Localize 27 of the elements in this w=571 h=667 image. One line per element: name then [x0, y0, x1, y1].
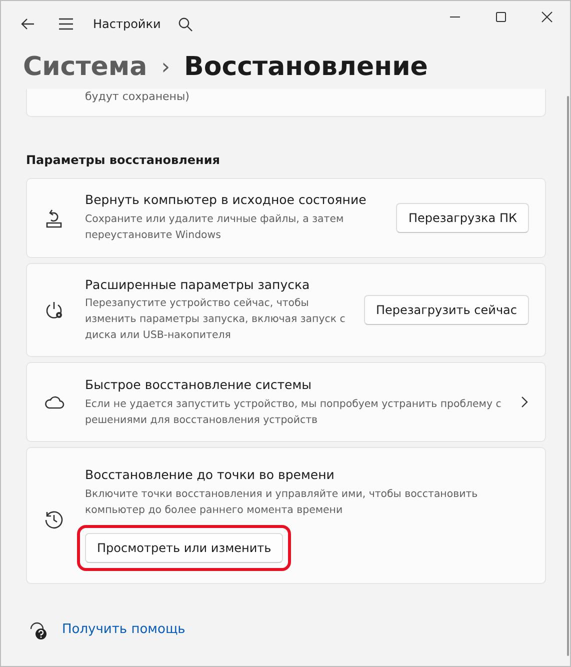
card-title: Расширенные параметры запуска — [85, 276, 311, 294]
action-button[interactable]: Перезагрузка ПК — [396, 202, 529, 232]
card-title: Быстрое восстановление системы — [85, 376, 313, 394]
breadcrumb-parent[interactable]: Система — [23, 48, 148, 86]
card-description: будут сохранены) — [85, 90, 190, 103]
breadcrumb-separator: › — [161, 54, 170, 82]
card-description: Если не удается запустить устройство, мы попробуем устранить проблему с решениями для восстановления устройств — [85, 398, 502, 428]
section-title: Параметры восстановления — [26, 152, 221, 168]
card-title: Вернуть компьютер в исходное состояние — [85, 191, 368, 210]
search-icon — [178, 16, 194, 32]
card-description: Сохраните или удалите личные файлы, а затем переустановите Windows — [85, 212, 345, 243]
window-title: Настройки — [93, 16, 161, 33]
page-title: Восстановление — [184, 50, 428, 84]
help-icon — [28, 620, 48, 640]
chevron-icon — [519, 395, 529, 410]
settings-card[interactable]: Быстрое восстановление системы Если не удается запустить устройство, мы попробуем устранить проблему с решениями для восстановления устройств — [26, 362, 546, 442]
close-icon — [541, 11, 553, 23]
back-icon — [20, 16, 36, 32]
maximize-icon — [495, 11, 507, 23]
help-link[interactable]: Получить помощь — [62, 620, 186, 640]
card-title: Восстановление до точки во времени — [85, 466, 336, 484]
action-button[interactable]: Просмотреть или изменить — [85, 533, 284, 563]
menu-icon — [58, 17, 74, 31]
card-description: Перезапустите устройство сейчас, чтобы изменить параметры запуска, включая запуск с диска или USB-накопителя — [85, 297, 346, 344]
card-description: Включите точки восстановления и управляйте ими, чтобы восстановить компьютер до более раннего момента времени — [85, 488, 479, 518]
action-button[interactable]: Перезагрузить сейчас — [364, 294, 529, 325]
scrollbar[interactable] — [567, 96, 569, 656]
